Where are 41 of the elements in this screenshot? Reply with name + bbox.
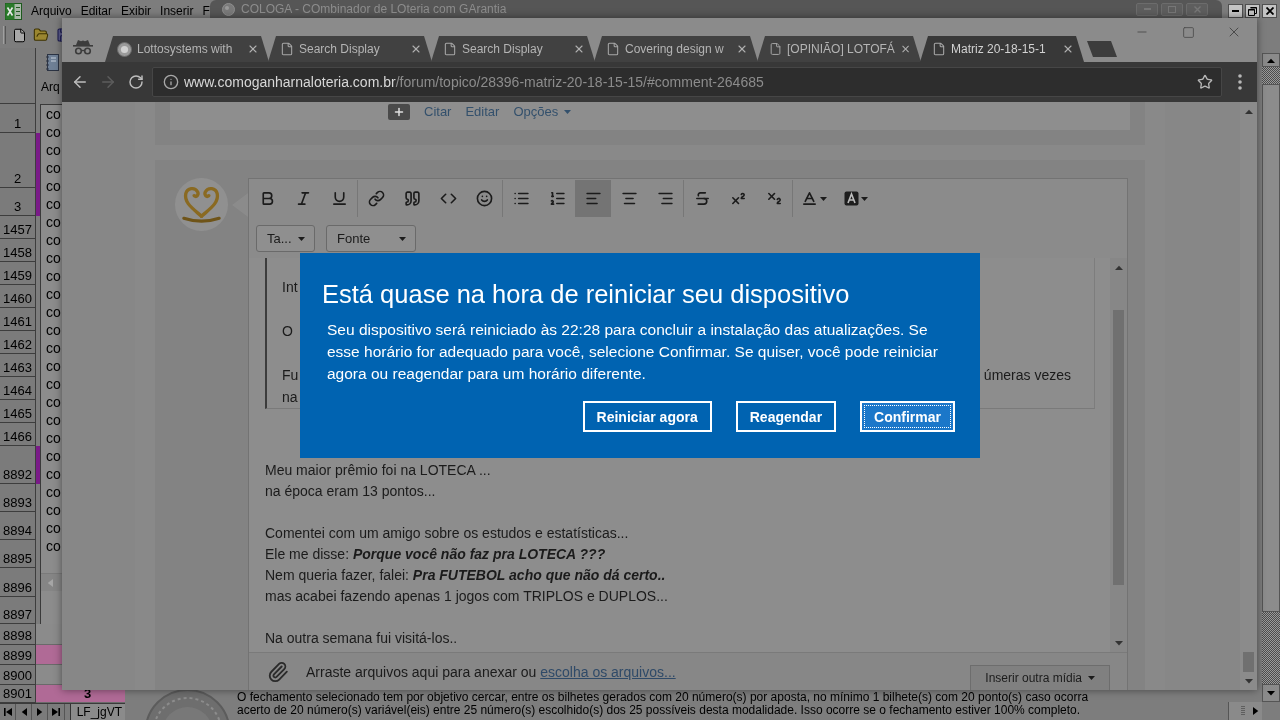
- row-header: 8900: [0, 665, 36, 685]
- row-header: 8898: [0, 624, 36, 645]
- quote-text: úmeras vezes: [983, 367, 1071, 383]
- form-label: Arq: [41, 80, 60, 94]
- info-text: O fechamento selecionado tem por objetivo cercar, entre os bilhetes gerados com 20 número(s) por aposta, no mínimo 1 bilhete(s) com 20 ponto(s) caso ocorra acerto de 20 número(s) variável(eis) entre 25 número(s) escolhido(s) dos 25 possíveis desta modalidade. Isso ocorre se o fechamento estiver 100% completo.: [237, 689, 1090, 717]
- row-header: 1463: [0, 354, 36, 377]
- quote-text: Int: [282, 279, 298, 295]
- row-header: 1458: [0, 239, 36, 262]
- url-text: www.comoganharnaloteria.com.br/forum/topico/28396-matriz-20-18-15-15/#comment-264685: [184, 74, 765, 90]
- row-header: 8893: [0, 484, 36, 512]
- row-header: 8892: [0, 446, 36, 484]
- row-header: 8896: [0, 568, 36, 597]
- quote-text: O: [282, 323, 293, 339]
- body-text: Meu maior prêmio foi na LOTECA ...: [265, 461, 492, 480]
- quote-text: na: [282, 389, 298, 405]
- row-header: 8899: [0, 645, 36, 665]
- row-header: 1461: [0, 308, 36, 331]
- quote-text: Fu: [282, 367, 299, 383]
- row-header: 1466: [0, 423, 36, 446]
- row-header: 1464: [0, 377, 36, 400]
- body-text: mas acabei fazendo apenas 1 jogos com TRIPLOS e DUPLOS...: [265, 587, 669, 606]
- row-header: 8897: [0, 597, 36, 624]
- dialog-title: Está quase na hora de reiniciar seu dispositivo: [322, 279, 851, 310]
- attach-text: Arraste arquivos aqui para anexar ou escolha os arquivos...: [306, 663, 676, 680]
- row-header: 1457: [0, 216, 36, 239]
- row-header: 1460: [0, 285, 36, 308]
- row-header: 8895: [0, 540, 36, 568]
- row-header: 1: [0, 104, 36, 133]
- row-header: 8901: [0, 685, 36, 703]
- body-text: Comentei com um amigo sobre os estudos e estatísticas...: [265, 524, 630, 543]
- body-text: Ele me disse: Porque você não faz pra LOTECA ???: [265, 545, 607, 564]
- body-text: na época eram 13 pontos...: [265, 482, 437, 501]
- row-header: 1459: [0, 262, 36, 285]
- row-header: 2: [0, 133, 36, 188]
- dialog-message: Seu dispositivo será reiniciado às 22:28 para concluir a instalação das atualizações. Se esse horário for adequado para você, selecione Confirmar. Se quiser, você pode reiniciar agora ou reagendar para um horário diferente.: [327, 320, 939, 384]
- body-text: Nem queria fazer, falei: Pra FUTEBOL acho que não dá certo..: [265, 566, 667, 585]
- body-text: Na outra semana fui visitá-los..: [265, 629, 459, 648]
- row-header: 3: [0, 188, 36, 216]
- row-header: 1465: [0, 400, 36, 423]
- row-header: 1462: [0, 331, 36, 354]
- row-header: 8894: [0, 512, 36, 540]
